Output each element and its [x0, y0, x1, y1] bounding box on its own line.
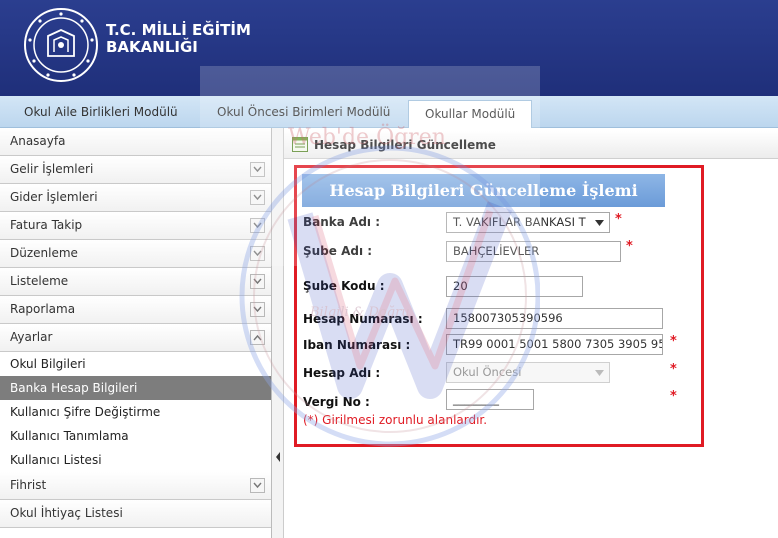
sidebar-subitem-banka-hesap-bilgileri[interactable]: Banka Hesap Bilgileri — [0, 376, 271, 400]
sidebar-item-fihrist[interactable]: Fihrist — [0, 472, 271, 500]
sidebar-subitem-kullanici-listesi[interactable]: Kullanıcı Listesi — [0, 448, 271, 472]
sidebar-item-fatura-takip[interactable]: Fatura Takip — [0, 212, 271, 240]
chevron-down-icon[interactable] — [250, 162, 265, 177]
label-banka-adi: Banka Adı : — [303, 215, 381, 229]
sidebar-subitem-kullanici-sifre-degistirme[interactable]: Kullanıcı Şifre Değiştirme — [0, 400, 271, 424]
app-header: T.C. MİLLİ EĞİTİM BAKANLIĞI — [0, 0, 778, 96]
required-mark: * — [670, 389, 677, 404]
iban-numarasi-input[interactable]: TR99 0001 5001 5800 7305 3905 95 — [446, 334, 663, 355]
panel-title: Hesap Bilgileri Güncelleme — [314, 138, 496, 152]
label-vergi-no: Vergi No : — [303, 395, 370, 409]
form-title: Hesap Bilgileri Güncelleme İşlemi — [302, 174, 665, 207]
iban-numarasi-value: TR99 0001 5001 5800 7305 3905 95 — [453, 337, 663, 351]
label-iban-numarasi: Iban Numarası : — [303, 338, 411, 352]
dropdown-caret-icon — [595, 220, 604, 226]
label-hesap-numarasi: Hesap Numarası : — [303, 312, 423, 326]
chevron-down-icon[interactable] — [250, 190, 265, 205]
sidebar-item-okul-ihtiyac-listesi[interactable]: Okul İhtiyaç Listesi — [0, 500, 271, 528]
required-mark: * — [615, 212, 622, 227]
banka-adi-select[interactable]: T. VAKIFLAR BANKASI T — [446, 212, 610, 233]
sidebar-subitem-okul-bilgileri[interactable]: Okul Bilgileri — [0, 352, 271, 376]
banka-adi-value: T. VAKIFLAR BANKASI T — [453, 215, 586, 229]
chevron-down-icon[interactable] — [250, 246, 265, 261]
collapse-arrow-icon[interactable] — [275, 448, 281, 466]
sidebar-item-label: Fihrist — [10, 478, 47, 492]
form-document-icon — [292, 137, 308, 152]
required-mark: * — [670, 362, 677, 377]
sidebar-splitter[interactable] — [272, 128, 284, 538]
chevron-down-icon[interactable] — [250, 478, 265, 493]
hesap-adi-select[interactable]: Okul Öncesi — [446, 362, 610, 383]
sidebar-item-raporlama[interactable]: Raporlama — [0, 296, 271, 324]
required-fields-note: (*) Girilmesi zorunlu alanlardır. — [303, 413, 488, 427]
sidebar-item-label: Fatura Takip — [10, 218, 83, 232]
sidebar-subitem-kullanici-tanimlama[interactable]: Kullanıcı Tanımlama — [0, 424, 271, 448]
sube-kodu-value: 20 — [453, 279, 468, 293]
label-sube-kodu: Şube Kodu : — [303, 279, 385, 293]
brand-line-2: BAKANLIĞI — [106, 38, 198, 56]
sidebar-item-anasayfa[interactable]: Anasayfa — [0, 128, 271, 156]
tab-okul-aile-birlikleri[interactable]: Okul Aile Birlikleri Modülü — [24, 105, 178, 119]
hesap-adi-value: Okul Öncesi — [453, 365, 522, 379]
sube-kodu-input[interactable]: 20 — [446, 276, 583, 297]
sidebar-item-label: Ayarlar — [10, 330, 53, 344]
chevron-down-icon[interactable] — [250, 302, 265, 317]
sidebar-item-ayarlar[interactable]: Ayarlar — [0, 324, 271, 352]
sube-adi-value: BAHÇELİEVLER — [453, 244, 540, 258]
hesap-numarasi-value: 158007305390596 — [453, 311, 563, 325]
module-tabbar: Okul Aile Birlikleri Modülü Okul Öncesi … — [0, 96, 778, 128]
sidebar-item-label: Raporlama — [10, 302, 76, 316]
brand-text: T.C. MİLLİ EĞİTİM BAKANLIĞI — [106, 22, 251, 56]
sidebar-item-gider-islemleri[interactable]: Gider İşlemleri — [0, 184, 271, 212]
sidebar-item-label: Okul İhtiyaç Listesi — [10, 506, 123, 520]
sidebar-menu: Anasayfa Gelir İşlemleri Gider İşlemleri… — [0, 128, 272, 538]
chevron-down-icon[interactable] — [250, 218, 265, 233]
vergi-no-value: ________ — [453, 392, 499, 406]
sidebar-item-label: Gelir İşlemleri — [10, 162, 94, 176]
sidebar-item-label: Listeleme — [10, 274, 69, 288]
tab-okullar[interactable]: Okullar Modülü — [408, 100, 533, 128]
brand-line-1: T.C. MİLLİ EĞİTİM — [106, 21, 251, 39]
sidebar-item-label: Anasayfa — [10, 134, 66, 148]
content-panel-header: Hesap Bilgileri Güncelleme — [284, 131, 778, 159]
sidebar-item-duzenleme[interactable]: Düzenleme — [0, 240, 271, 268]
chevron-down-icon[interactable] — [250, 274, 265, 289]
sidebar-item-label: Düzenleme — [10, 246, 78, 260]
sidebar-item-gelir-islemleri[interactable]: Gelir İşlemleri — [0, 156, 271, 184]
tab-okul-oncesi-birimleri[interactable]: Okul Öncesi Birimleri Modülü — [217, 105, 390, 119]
ministry-seal-logo — [24, 8, 98, 82]
hesap-numarasi-input[interactable]: 158007305390596 — [446, 308, 663, 329]
sidebar-item-label: Gider İşlemleri — [10, 190, 98, 204]
label-sube-adi: Şube Adı : — [303, 244, 373, 258]
sube-adi-input[interactable]: BAHÇELİEVLER — [446, 241, 621, 262]
dropdown-caret-icon — [595, 370, 604, 376]
sidebar-item-listeleme[interactable]: Listeleme — [0, 268, 271, 296]
required-mark: * — [670, 334, 677, 349]
chevron-up-icon[interactable] — [250, 330, 265, 345]
vergi-no-input[interactable]: ________ — [446, 389, 534, 410]
label-hesap-adi: Hesap Adı : — [303, 366, 381, 380]
required-mark: * — [626, 239, 633, 254]
